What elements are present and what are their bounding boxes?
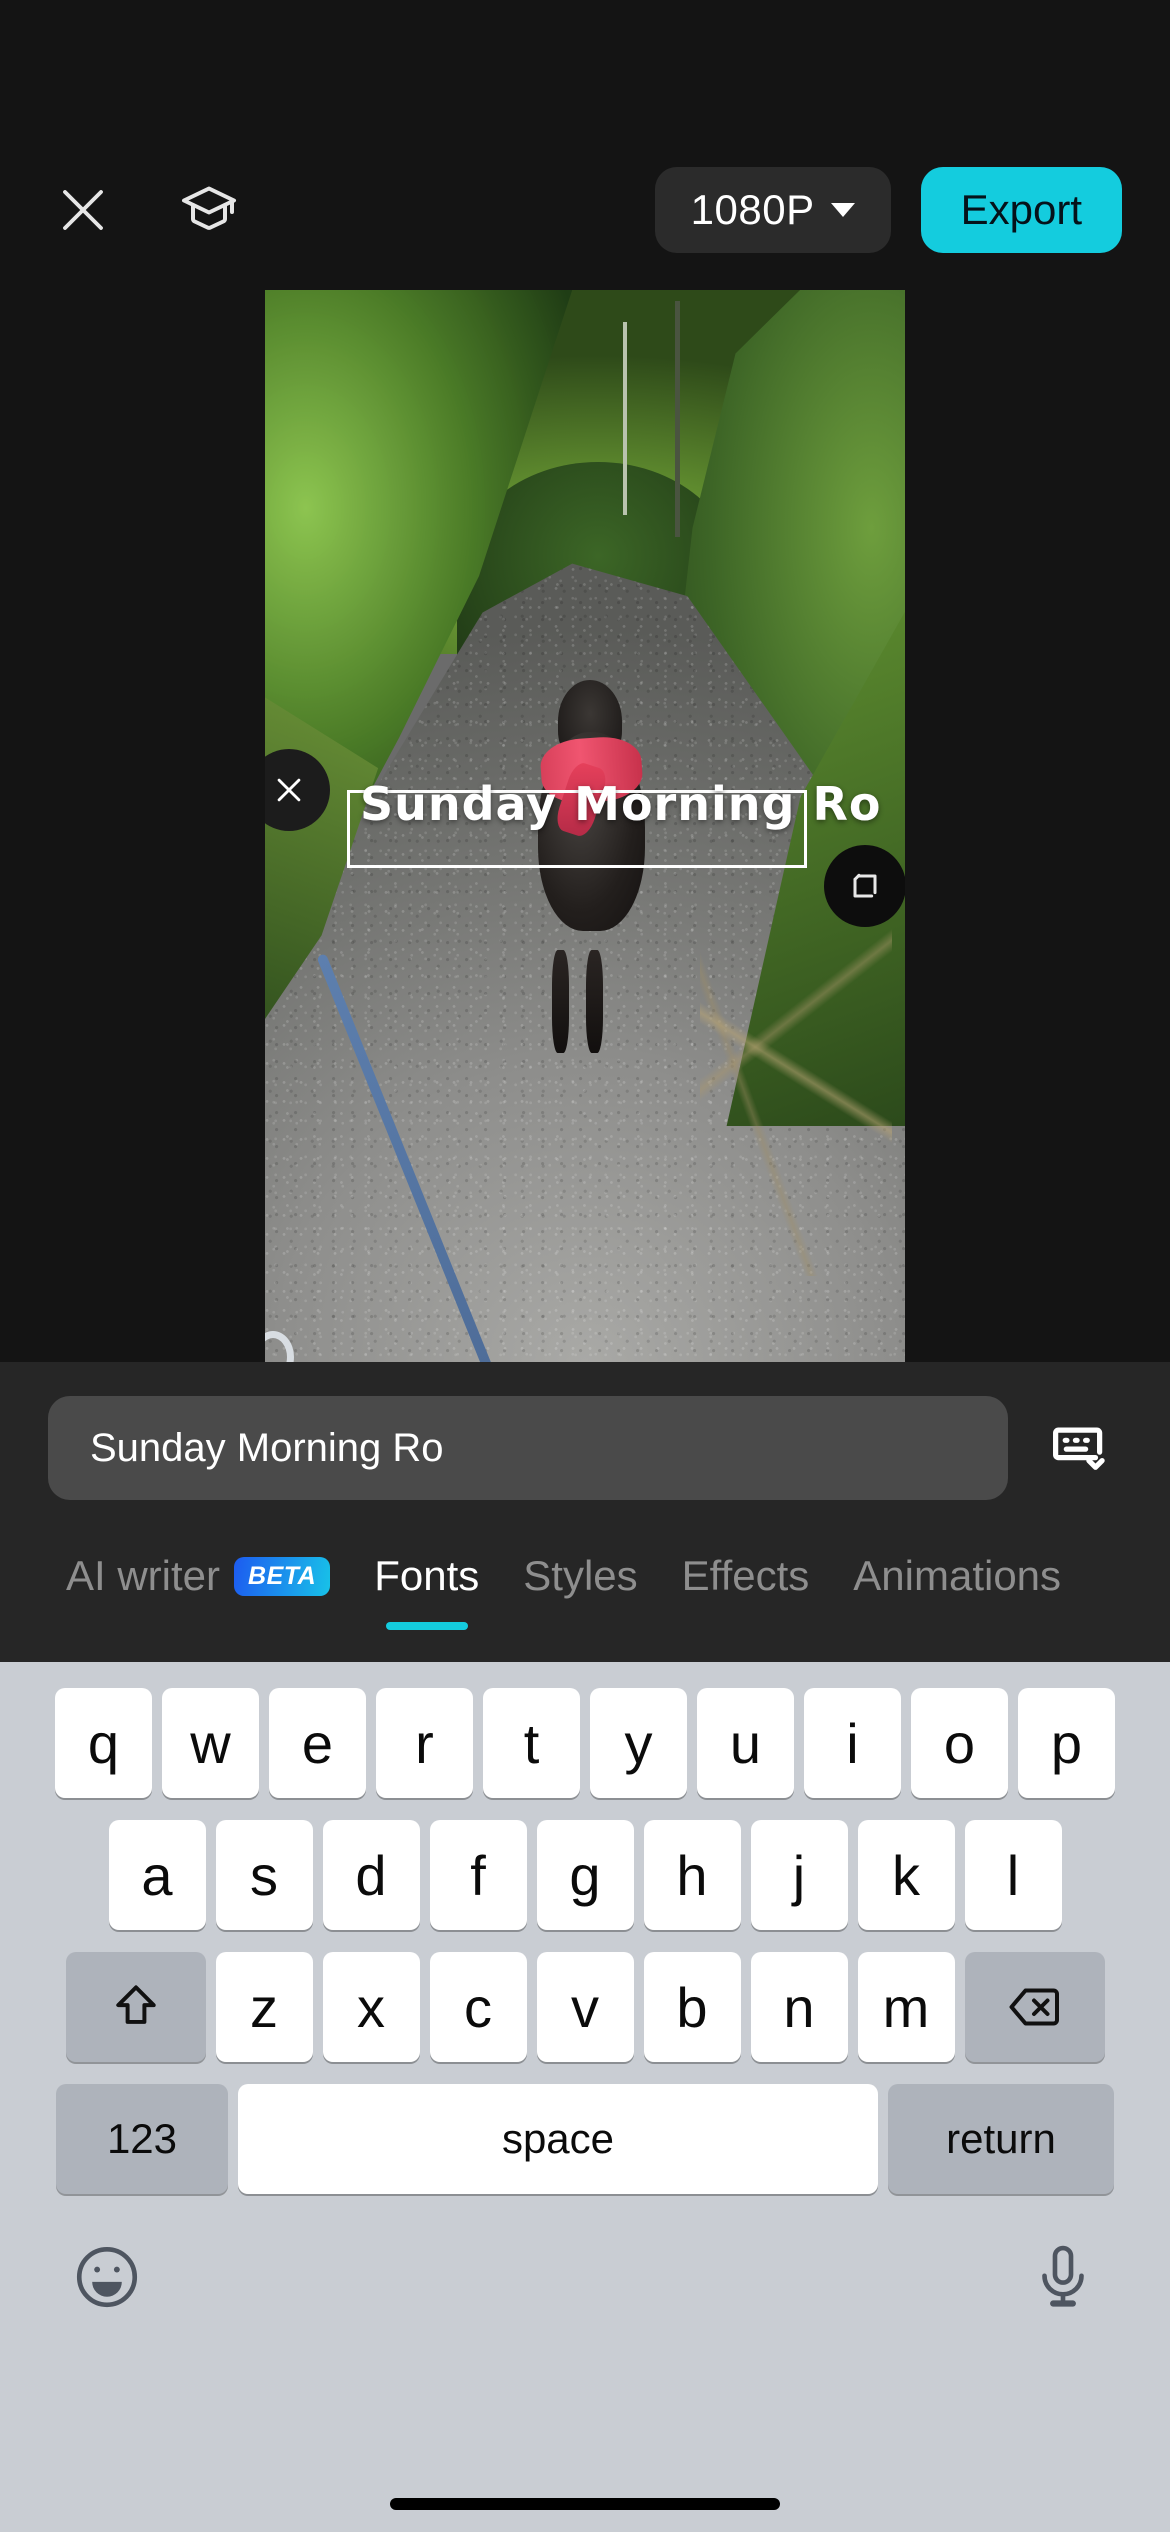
text-input-row: Sunday Morning Ro xyxy=(0,1396,1170,1500)
scene-pole-secondary xyxy=(674,300,680,537)
video-canvas[interactable]: Sunday Morning Ro xyxy=(265,290,905,1362)
key-z[interactable]: z xyxy=(215,1952,313,2062)
close-icon xyxy=(272,773,306,807)
close-icon xyxy=(56,183,110,237)
delete-key[interactable] xyxy=(964,1952,1105,2062)
key-t[interactable]: t xyxy=(483,1688,580,1798)
tutorial-button[interactable] xyxy=(174,175,244,245)
emoji-smiley-icon xyxy=(70,2240,144,2314)
key-u[interactable]: u xyxy=(697,1688,794,1798)
tab-label: Animations xyxy=(853,1552,1062,1599)
beta-badge: BETA xyxy=(234,1556,331,1596)
resize-handle-icon xyxy=(845,866,885,906)
key-g[interactable]: g xyxy=(536,1820,634,1930)
key-l[interactable]: l xyxy=(964,1820,1062,1930)
microphone-icon xyxy=(1026,2240,1100,2314)
close-button[interactable] xyxy=(48,175,118,245)
numbers-key[interactable]: 123 xyxy=(56,2084,228,2194)
key-k[interactable]: k xyxy=(857,1820,955,1930)
key-o[interactable]: o xyxy=(911,1688,1008,1798)
dictation-button[interactable] xyxy=(1026,2240,1100,2314)
tab-label: Fonts xyxy=(374,1552,480,1599)
tab-label: Styles xyxy=(523,1552,638,1599)
home-indicator xyxy=(390,2498,780,2510)
top-toolbar: 1080P Export xyxy=(0,155,1170,265)
backspace-icon xyxy=(1005,1977,1065,2037)
toolbar-right-group: 1080P Export xyxy=(654,167,1122,253)
export-button-label: Export xyxy=(960,186,1082,233)
key-n[interactable]: n xyxy=(750,1952,848,2062)
key-c[interactable]: c xyxy=(429,1952,527,2062)
key-r[interactable]: r xyxy=(376,1688,473,1798)
ios-keyboard: q w e r t y u i o p a s d f g h j k l z … xyxy=(0,1662,1170,2532)
tab-ai-writer[interactable]: AI writer BETA xyxy=(44,1530,352,1622)
dog-leg xyxy=(585,950,603,1054)
tab-effects[interactable]: Effects xyxy=(660,1530,832,1622)
keyboard-dismiss-icon xyxy=(1046,1415,1112,1481)
key-w[interactable]: w xyxy=(162,1688,259,1798)
keyboard-bottom-bar xyxy=(0,2194,1170,2314)
keyboard-row-4: 123 space return xyxy=(0,2062,1170,2194)
resolution-selector[interactable]: 1080P xyxy=(654,167,891,253)
key-b[interactable]: b xyxy=(643,1952,741,2062)
tab-animations[interactable]: Animations xyxy=(831,1530,1083,1622)
app-screen: 1080P Export Sunday Morning Ro Sunday Mo… xyxy=(0,0,1170,2532)
key-m[interactable]: m xyxy=(857,1952,955,2062)
key-x[interactable]: x xyxy=(322,1952,420,2062)
text-overlay-content: Sunday Morning Ro xyxy=(360,777,882,831)
video-preview-area: Sunday Morning Ro xyxy=(0,290,1170,1362)
keyboard-row-1: q w e r t y u i o p xyxy=(0,1662,1170,1798)
tab-styles[interactable]: Styles xyxy=(501,1530,659,1622)
active-tab-indicator xyxy=(385,1622,468,1630)
text-input-value: Sunday Morning Ro xyxy=(90,1425,444,1470)
key-p[interactable]: p xyxy=(1018,1688,1115,1798)
key-j[interactable]: j xyxy=(750,1820,848,1930)
resolution-label: 1080P xyxy=(690,186,815,233)
scene-pole xyxy=(623,322,628,516)
key-f[interactable]: f xyxy=(429,1820,527,1930)
key-v[interactable]: v xyxy=(536,1952,634,2062)
emoji-button[interactable] xyxy=(70,2240,144,2314)
key-y[interactable]: y xyxy=(590,1688,687,1798)
editor-tab-bar: AI writer BETA Fonts Styles Effects Anim… xyxy=(0,1530,1170,1660)
shift-key[interactable] xyxy=(65,1952,206,2062)
key-q[interactable]: q xyxy=(55,1688,152,1798)
key-i[interactable]: i xyxy=(804,1688,901,1798)
text-overlay-resize-handle[interactable] xyxy=(824,845,905,927)
return-key[interactable]: return xyxy=(888,2084,1114,2194)
tab-label: AI writer xyxy=(66,1552,221,1599)
chevron-down-icon xyxy=(830,203,855,217)
keyboard-dismiss-button[interactable] xyxy=(1036,1405,1122,1491)
tab-fonts[interactable]: Fonts xyxy=(352,1530,501,1630)
text-overlay-box[interactable]: Sunday Morning Ro xyxy=(265,749,905,927)
tab-label: Effects xyxy=(681,1552,810,1599)
key-s[interactable]: s xyxy=(215,1820,313,1930)
key-e[interactable]: e xyxy=(269,1688,366,1798)
keyboard-row-2: a s d f g h j k l xyxy=(0,1798,1170,1930)
export-button[interactable]: Export xyxy=(920,167,1122,253)
key-h[interactable]: h xyxy=(643,1820,741,1930)
text-input[interactable]: Sunday Morning Ro xyxy=(48,1396,1008,1500)
keyboard-row-3: z x c v b n m xyxy=(0,1930,1170,2062)
scene-leash xyxy=(316,952,575,1362)
toolbar-left-group xyxy=(48,175,244,245)
key-a[interactable]: a xyxy=(108,1820,206,1930)
space-key[interactable]: space xyxy=(238,2084,878,2194)
graduation-cap-icon xyxy=(179,180,239,240)
key-d[interactable]: d xyxy=(322,1820,420,1930)
shift-arrow-icon xyxy=(108,1979,164,2035)
